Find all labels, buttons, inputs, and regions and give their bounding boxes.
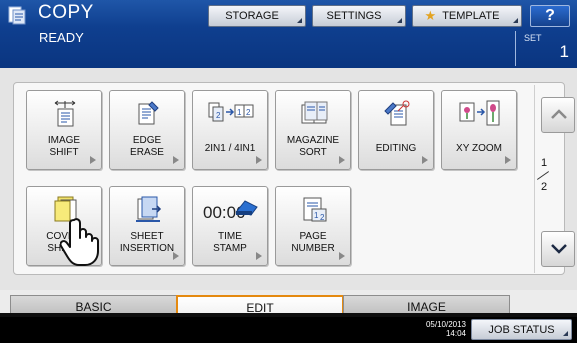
pointing-hand-icon <box>60 218 99 266</box>
storage-button-label: STORAGE <box>225 10 279 22</box>
scroll-up-button[interactable] <box>541 97 575 133</box>
svg-text:1: 1 <box>237 108 242 117</box>
2in1-4in1-label: 2IN1 / 4IN1 <box>204 143 256 154</box>
settings-button[interactable]: SETTINGS <box>312 5 406 27</box>
edge-erase-icon <box>138 101 159 125</box>
header-bar: COPY READY STORAGE SETTINGS ★ TEMPLATE ?… <box>0 0 577 68</box>
2in1-4in1-icon: 2 1 2 <box>208 102 254 122</box>
date-time: 05/10/2013 14:04 <box>400 320 466 338</box>
chevron-up-icon <box>551 109 567 119</box>
scroll-down-button[interactable] <box>541 231 575 267</box>
star-icon: ★ <box>424 8 437 23</box>
magazine-sort-button[interactable]: MAGAZINE SORT <box>275 90 351 170</box>
copy-app-icon <box>8 6 26 25</box>
page-number-button[interactable]: 1 2 PAGE NUMBER <box>275 186 351 266</box>
machine-status: READY <box>39 30 84 45</box>
template-button-label: TEMPLATE <box>442 10 500 22</box>
svg-text:1: 1 <box>314 211 319 220</box>
edge-erase-button[interactable]: EDGE ERASE <box>109 90 185 170</box>
2in1-4in1-button[interactable]: 2 1 2 2IN1 / 4IN1 <box>192 90 268 170</box>
page-number-icon: 1 2 <box>303 197 327 222</box>
storage-button[interactable]: STORAGE <box>208 5 306 27</box>
corner-arrow-icon <box>397 18 402 23</box>
svg-text:2: 2 <box>320 213 325 222</box>
image-shift-button[interactable]: IMAGE SHIFT <box>26 90 102 170</box>
date-text: 05/10/2013 <box>425 320 466 329</box>
editing-icon <box>384 100 410 126</box>
page-total: 2 <box>540 181 548 193</box>
editing-label: EDITING <box>375 143 417 154</box>
corner-arrow-icon <box>563 331 568 336</box>
submenu-arrow-icon <box>256 252 262 260</box>
xy-zoom-label: XY ZOOM <box>456 143 502 154</box>
corner-arrow-icon <box>513 18 518 23</box>
sheet-insertion-icon <box>136 196 162 222</box>
submenu-arrow-icon <box>90 156 96 164</box>
editing-button[interactable]: EDITING <box>358 90 434 170</box>
set-count: 1 <box>559 42 569 61</box>
sheet-insertion-button[interactable]: SHEET INSERTION <box>109 186 185 266</box>
copy-screen: COPY READY STORAGE SETTINGS ★ TEMPLATE ?… <box>0 0 577 343</box>
page-current: 1 <box>540 157 548 169</box>
time-text: 14:04 <box>445 329 466 338</box>
time-stamp-icon: 00:00 <box>203 197 261 225</box>
submenu-arrow-icon <box>256 156 262 164</box>
help-button[interactable]: ? <box>530 5 570 27</box>
settings-button-label: SETTINGS <box>326 10 382 22</box>
xy-zoom-button[interactable]: XY ZOOM <box>441 90 517 170</box>
submenu-arrow-icon <box>339 252 345 260</box>
set-label: SET <box>524 33 542 43</box>
chevron-down-icon <box>551 244 567 254</box>
submenu-arrow-icon <box>339 156 345 164</box>
submenu-arrow-icon <box>505 156 511 164</box>
svg-text:2: 2 <box>216 111 221 120</box>
stamp-icon <box>236 200 258 216</box>
set-counter: SET 1 <box>515 31 577 66</box>
app-title: COPY <box>38 2 94 23</box>
xy-zoom-icon <box>459 100 500 126</box>
magazine-sort-icon <box>301 101 328 124</box>
time-stamp-button[interactable]: 00:00 TIME STAMP <box>192 186 268 266</box>
main-area: IMAGE SHIFT EDGE ERASE 2 1 2 2IN1 / 4IN1… <box>0 68 577 290</box>
template-button[interactable]: ★ TEMPLATE <box>412 5 522 27</box>
submenu-arrow-icon <box>173 156 179 164</box>
submenu-arrow-icon <box>422 156 428 164</box>
svg-text:2: 2 <box>246 108 251 117</box>
submenu-arrow-icon <box>173 252 179 260</box>
job-status-button[interactable]: JOB STATUS <box>471 319 572 340</box>
image-shift-icon <box>54 100 76 127</box>
job-status-label: JOB STATUS <box>488 323 555 336</box>
corner-arrow-icon <box>297 18 302 23</box>
